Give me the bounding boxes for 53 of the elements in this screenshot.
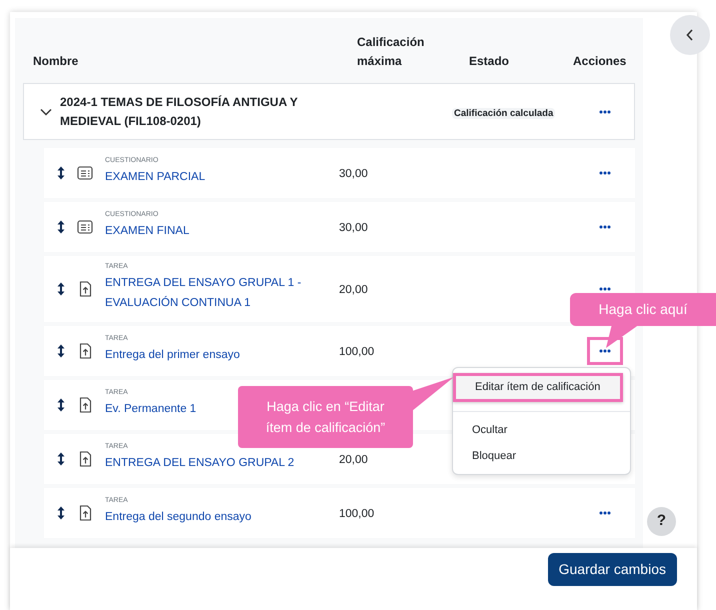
ellipsis-icon bbox=[599, 287, 611, 291]
document-upload-icon bbox=[77, 281, 93, 297]
ellipsis-icon bbox=[599, 349, 611, 353]
ellipsis-icon bbox=[599, 171, 611, 175]
category-title: 2024-1 TEMAS DE FILOSOFÍA ANTIGUA Y MEDIEVAL (FIL108-0201) bbox=[60, 94, 299, 130]
document-upload-icon bbox=[77, 505, 93, 521]
drag-handle-icon[interactable] bbox=[57, 220, 65, 234]
drag-handle-icon[interactable] bbox=[57, 398, 65, 412]
grade-item-link[interactable]: Entrega del segundo ensayo bbox=[105, 507, 252, 527]
drag-handle-icon[interactable] bbox=[57, 506, 65, 520]
drag-handle-icon[interactable] bbox=[57, 166, 65, 180]
column-header: Nombre bbox=[33, 54, 78, 68]
max-grade-value: 30,00 bbox=[339, 168, 368, 180]
callout: Haga clic en “Editar ítem de calificación” bbox=[238, 386, 413, 448]
grade-item-link[interactable]: Entrega del primer ensayo bbox=[105, 345, 240, 365]
grade-item-link[interactable]: EXAMEN FINAL bbox=[105, 221, 190, 241]
grade-item-link[interactable]: ENTREGA DEL ENSAYO GRUPAL 1 - EVALUACIÓN CONTINUA 1 bbox=[105, 273, 305, 313]
max-grade-value: 20,00 bbox=[339, 454, 368, 466]
quiz-icon bbox=[77, 220, 93, 234]
drag-handle-icon[interactable] bbox=[57, 344, 65, 358]
status-badge: Calificación calculada bbox=[452, 108, 556, 118]
callout-pointer bbox=[606, 324, 640, 350]
quiz-icon bbox=[77, 166, 93, 180]
ellipsis-icon bbox=[599, 511, 611, 515]
ellipsis-icon bbox=[599, 225, 611, 229]
document-upload-icon bbox=[77, 451, 93, 467]
document-upload-icon bbox=[77, 343, 93, 359]
chevron-left-icon bbox=[686, 29, 694, 41]
menu-item[interactable]: Editar ítem de calificación bbox=[453, 373, 623, 402]
column-header: Estado bbox=[469, 54, 510, 68]
drag-handle-icon[interactable] bbox=[57, 452, 65, 466]
callout-pointer bbox=[412, 377, 454, 413]
grade-item-link[interactable]: Ev. Permanente 1 bbox=[105, 399, 196, 419]
grade-item-link[interactable]: EXAMEN PARCIAL bbox=[105, 167, 206, 187]
max-grade-value: 100,00 bbox=[339, 346, 374, 358]
more-actions-button[interactable] bbox=[597, 108, 613, 116]
menu-item[interactable]: Bloquear bbox=[453, 443, 630, 469]
column-header: Calificación máxima bbox=[357, 35, 424, 68]
more-actions-button[interactable] bbox=[597, 223, 613, 231]
menu-item[interactable]: Ocultar bbox=[453, 411, 630, 443]
more-actions-button[interactable] bbox=[597, 169, 613, 177]
max-grade-value: 30,00 bbox=[339, 222, 368, 234]
max-grade-value: 20,00 bbox=[339, 284, 368, 296]
ellipsis-icon bbox=[599, 110, 611, 114]
drag-handle-icon[interactable] bbox=[57, 282, 65, 296]
grade-item-link[interactable]: ENTREGA DEL ENSAYO GRUPAL 2 bbox=[105, 453, 294, 473]
chevron-icon[interactable] bbox=[40, 108, 52, 116]
column-header: Acciones bbox=[573, 54, 626, 68]
more-actions-button[interactable] bbox=[597, 509, 613, 517]
document-upload-icon bbox=[77, 397, 93, 413]
max-grade-value: 100,00 bbox=[339, 508, 374, 520]
more-actions-button[interactable] bbox=[597, 285, 613, 293]
save-button[interactable]: Guardar cambios bbox=[548, 553, 677, 586]
